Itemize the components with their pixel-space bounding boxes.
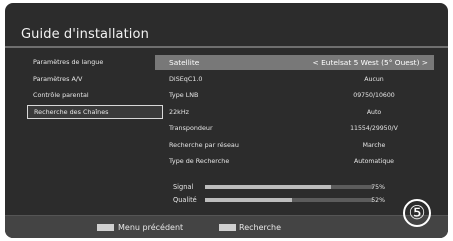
setting-label: Recherche par réseau: [169, 140, 239, 149]
signal-label: Signal: [173, 183, 194, 191]
quality-label: Qualité: [173, 196, 197, 204]
setting-value[interactable]: Marche: [314, 138, 434, 153]
prev-color-key-icon: [97, 224, 114, 231]
menu-item-channel-search[interactable]: Recherche des Chaînes: [27, 104, 163, 119]
setting-label: 22kHz: [169, 107, 189, 116]
setting-row-search-type[interactable]: Type de Recherche Automatique: [155, 154, 434, 169]
quality-row: Qualité 52%: [165, 194, 427, 207]
setting-value[interactable]: 09750/10600: [314, 88, 434, 103]
setting-row-satellite[interactable]: Satellite < Eutelsat 5 West (5° Ouest) >: [155, 55, 434, 71]
signal-row: Signal 75%: [165, 181, 427, 194]
quality-bar: [205, 198, 373, 202]
setting-label: Type LNB: [169, 91, 199, 100]
page-title: Guide d'installation: [21, 27, 149, 42]
setting-label: Type de Recherche: [169, 157, 230, 166]
menu-item-language[interactable]: Paramètres de langue: [27, 55, 163, 69]
setting-value[interactable]: < Eutelsat 5 West (5° Ouest) >: [294, 55, 434, 70]
setting-row-lnb-type[interactable]: Type LNB 09750/10600: [155, 88, 434, 103]
tv-screen: Guide d'installation Paramètres de langu…: [5, 3, 448, 238]
signal-panel: Signal 75% Qualité 52%: [165, 181, 427, 207]
menu-item-parental[interactable]: Contrôle parental: [27, 88, 163, 102]
setting-label: Transpondeur: [169, 124, 213, 133]
setting-row-22khz[interactable]: 22kHz Auto: [155, 105, 434, 120]
prev-menu-button[interactable]: Menu précédent: [118, 219, 183, 236]
setting-value[interactable]: Aucun: [314, 72, 434, 87]
setting-label: Satellite: [169, 58, 200, 67]
signal-bar-fill: [205, 185, 331, 189]
setting-value[interactable]: Automatique: [314, 154, 434, 169]
button-bar: Menu précédent Recherche: [5, 215, 448, 238]
quality-percent: 52%: [371, 197, 385, 204]
quality-bar-fill: [205, 198, 293, 202]
setting-label: DiSEqC1.0: [169, 74, 203, 83]
setting-value[interactable]: 11554/29950/V: [314, 121, 434, 136]
settings-list: Satellite < Eutelsat 5 West (5° Ouest) >…: [155, 55, 434, 171]
search-color-key-icon: [219, 224, 236, 231]
setting-value[interactable]: Auto: [314, 105, 434, 120]
menu-item-av[interactable]: Paramètres A/V: [27, 72, 163, 86]
signal-bar: [205, 185, 373, 189]
search-button[interactable]: Recherche: [239, 219, 281, 236]
setting-row-network-search[interactable]: Recherche par réseau Marche: [155, 138, 434, 153]
title-divider: [5, 46, 448, 48]
signal-percent: 75%: [371, 184, 385, 191]
setting-row-transponder[interactable]: Transpondeur 11554/29950/V: [155, 121, 434, 136]
step-number-badge: ⑤: [403, 199, 431, 227]
setting-row-diseqc[interactable]: DiSEqC1.0 Aucun: [155, 72, 434, 87]
side-menu: Paramètres de langue Paramètres A/V Cont…: [27, 55, 163, 121]
